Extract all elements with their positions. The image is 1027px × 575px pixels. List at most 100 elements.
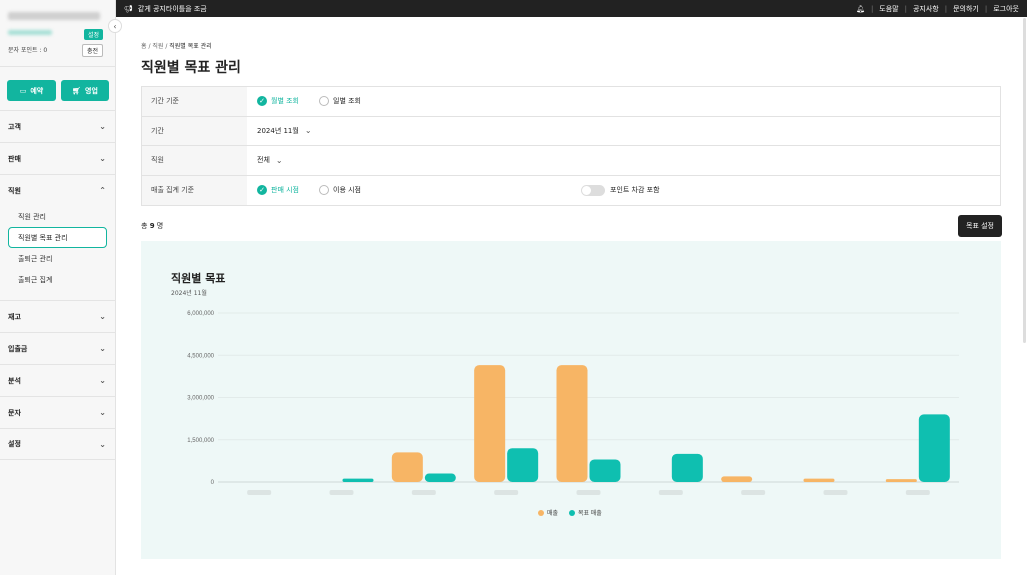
menu-group-cash[interactable]: 입출금 ⌄ (0, 332, 116, 364)
menu-group-label: 입출금 (8, 344, 28, 353)
y-tick-label: 6,000,000 (187, 311, 214, 317)
count-suffix: 명 (156, 222, 164, 230)
inquiry-link[interactable]: 문의하기 (953, 4, 979, 14)
x-tick-label-blurred (329, 490, 354, 495)
sales-label: 영업 (85, 86, 98, 95)
period-value: 2024년 11월 (257, 126, 299, 135)
x-tick-label-blurred (576, 490, 601, 495)
chevron-down-icon: ⌄ (99, 344, 106, 353)
settings-badge[interactable]: 설정 (83, 29, 103, 40)
reserve-label: 예약 (30, 86, 44, 95)
x-tick-label-blurred (658, 490, 683, 495)
bell-icon[interactable]: 🔔︎ (856, 5, 865, 13)
store-sub-blurred (8, 30, 52, 35)
bar-target (918, 414, 950, 482)
staff-value: 전체 (257, 156, 270, 165)
bar-target (424, 473, 456, 482)
sidebar: 설정 문자 포인트 : 0 충전 ▭ 예약 🛒︎ 영업 고객 ⌄ 판매 ⌄ 직원 ⌃ … (0, 0, 116, 575)
x-tick-label-blurred (411, 490, 436, 495)
breadcrumb: 홈 / 직원 / 직원별 목표 관리 (141, 43, 212, 50)
chart-panel: 직원별 목표 2024년 11월 0 1,500,000 3,000,000 4,50… (141, 241, 1001, 559)
x-tick-label-blurred (494, 490, 519, 495)
x-tick-label-blurred (905, 490, 930, 495)
chevron-up-icon: ⌃ (99, 186, 106, 195)
breadcrumb-current: 직원별 목표 관리 (169, 43, 212, 50)
megaphone-icon: 📢︎ (124, 4, 133, 13)
sidebar-item-staff-goal[interactable]: 직원별 목표 관리 (8, 227, 107, 248)
menu-group-staff[interactable]: 직원 ⌃ (0, 174, 116, 206)
bar-target (589, 459, 621, 482)
chevron-down-icon: ⌄ (275, 155, 283, 165)
chevron-down-icon: ⌄ (99, 312, 106, 321)
menu-group-settings[interactable]: 설정 ⌄ (0, 428, 116, 460)
goal-setting-button[interactable]: 목표 설정 (958, 215, 1002, 237)
legend-marker (538, 510, 544, 516)
logout-link[interactable]: 로그아웃 (993, 4, 1019, 14)
menu-group-sales[interactable]: 판매 ⌄ (0, 142, 116, 174)
menu-group-customer[interactable]: 고객 ⌄ (0, 110, 116, 142)
filter-label-period: 기간 (142, 116, 247, 145)
chevron-down-icon: ⌄ (99, 408, 106, 417)
filter-panel: 기간 기준 ✓ 월별 조회 일별 조회 기간 2024년 11월 ⌄ 직원 전체 ⌄ … (141, 86, 1001, 206)
legend-label: 매출 (547, 509, 559, 517)
check-icon: ✓ (257, 185, 267, 196)
sidebar-item-attendance-summary[interactable]: 출퇴근 집계 (0, 269, 116, 290)
sidebar-item-attendance[interactable]: 출퇴근 관리 (0, 248, 116, 269)
count-prefix: 총 (141, 222, 148, 230)
staff-select[interactable]: 전체 ⌄ (247, 146, 1000, 175)
radio-monthly[interactable]: ✓ 월별 조회 (257, 96, 299, 107)
x-tick-label-blurred (823, 490, 848, 495)
radio-label: 이용 시점 (333, 186, 361, 195)
bar-target (671, 453, 703, 482)
radio-sale-time[interactable]: ✓ 판매 시점 (257, 185, 299, 196)
menu-group-label: 직원 (8, 186, 21, 195)
charge-button[interactable]: 충전 (81, 44, 103, 57)
store-name-blurred (8, 12, 100, 20)
y-tick-label: 3,000,000 (187, 396, 214, 402)
radio-use-time[interactable]: 이용 시점 (319, 185, 361, 196)
reserve-button[interactable]: ▭ 예약 (7, 80, 56, 101)
bar-sales (721, 476, 753, 482)
chevron-down-icon: ⌄ (99, 122, 106, 131)
filter-label-period-basis: 기간 기준 (142, 87, 247, 116)
y-tick-label: 4,500,000 (187, 353, 214, 359)
menu-group-inventory[interactable]: 재고 ⌄ (0, 300, 116, 332)
radio-label: 일별 조회 (333, 97, 361, 106)
menu-group-label: 분석 (8, 376, 21, 385)
radio-label: 월별 조회 (271, 97, 299, 106)
menu-group-label: 판매 (8, 154, 21, 163)
cart-icon: 🛒︎ (72, 86, 81, 95)
y-tick-label: 1,500,000 (187, 438, 214, 444)
total-count: 총 9 명 (141, 221, 163, 231)
chevron-down-icon: ⌄ (99, 376, 106, 385)
breadcrumb-staff[interactable]: 직원 (152, 43, 163, 50)
toggle-label: 포인트 차감 포함 (610, 186, 660, 195)
menu-group-analysis[interactable]: 분석 ⌄ (0, 364, 116, 396)
sales-button[interactable]: 🛒︎ 영업 (61, 80, 109, 101)
period-select[interactable]: 2024년 11월 ⌄ (247, 117, 1000, 146)
menu-group-label: 설정 (8, 440, 21, 448)
bar-sales (474, 365, 506, 482)
point-deduct-toggle[interactable]: 포인트 차감 포함 (581, 184, 660, 196)
bar-sales (556, 365, 588, 482)
toggle-switch[interactable] (581, 184, 605, 196)
help-link[interactable]: 도움말 (879, 4, 898, 14)
sidebar-collapse-button[interactable]: ‹ (108, 19, 122, 33)
scrollbar[interactable] (1023, 18, 1026, 343)
chevron-left-icon: ‹ (113, 21, 117, 31)
menu-group-label: 문자 (8, 408, 21, 417)
bar-sales (391, 452, 423, 482)
breadcrumb-home[interactable]: 홈 (141, 43, 147, 50)
menu-group-sms[interactable]: 문자 ⌄ (0, 396, 116, 428)
y-tick-label: 0 (211, 480, 215, 486)
bar-target (507, 448, 539, 482)
sms-points: 문자 포인트 : 0 (8, 47, 48, 54)
chevron-down-icon: ⌄ (99, 154, 106, 163)
sidebar-item-staff-manage[interactable]: 직원 관리 (0, 206, 116, 227)
radio-daily[interactable]: 일별 조회 (319, 96, 361, 107)
radio-circle-icon (319, 185, 329, 196)
notice-link[interactable]: 공지사항 (913, 4, 939, 14)
legend-marker (569, 510, 575, 516)
notice-text[interactable]: 같게 공지타이틀을 조금 (138, 4, 207, 14)
top-bar: 📢︎ 같게 공지타이틀을 조금 🔔︎ | 도움말 | 공지사항 | 문의하기 |… (116, 0, 1027, 17)
